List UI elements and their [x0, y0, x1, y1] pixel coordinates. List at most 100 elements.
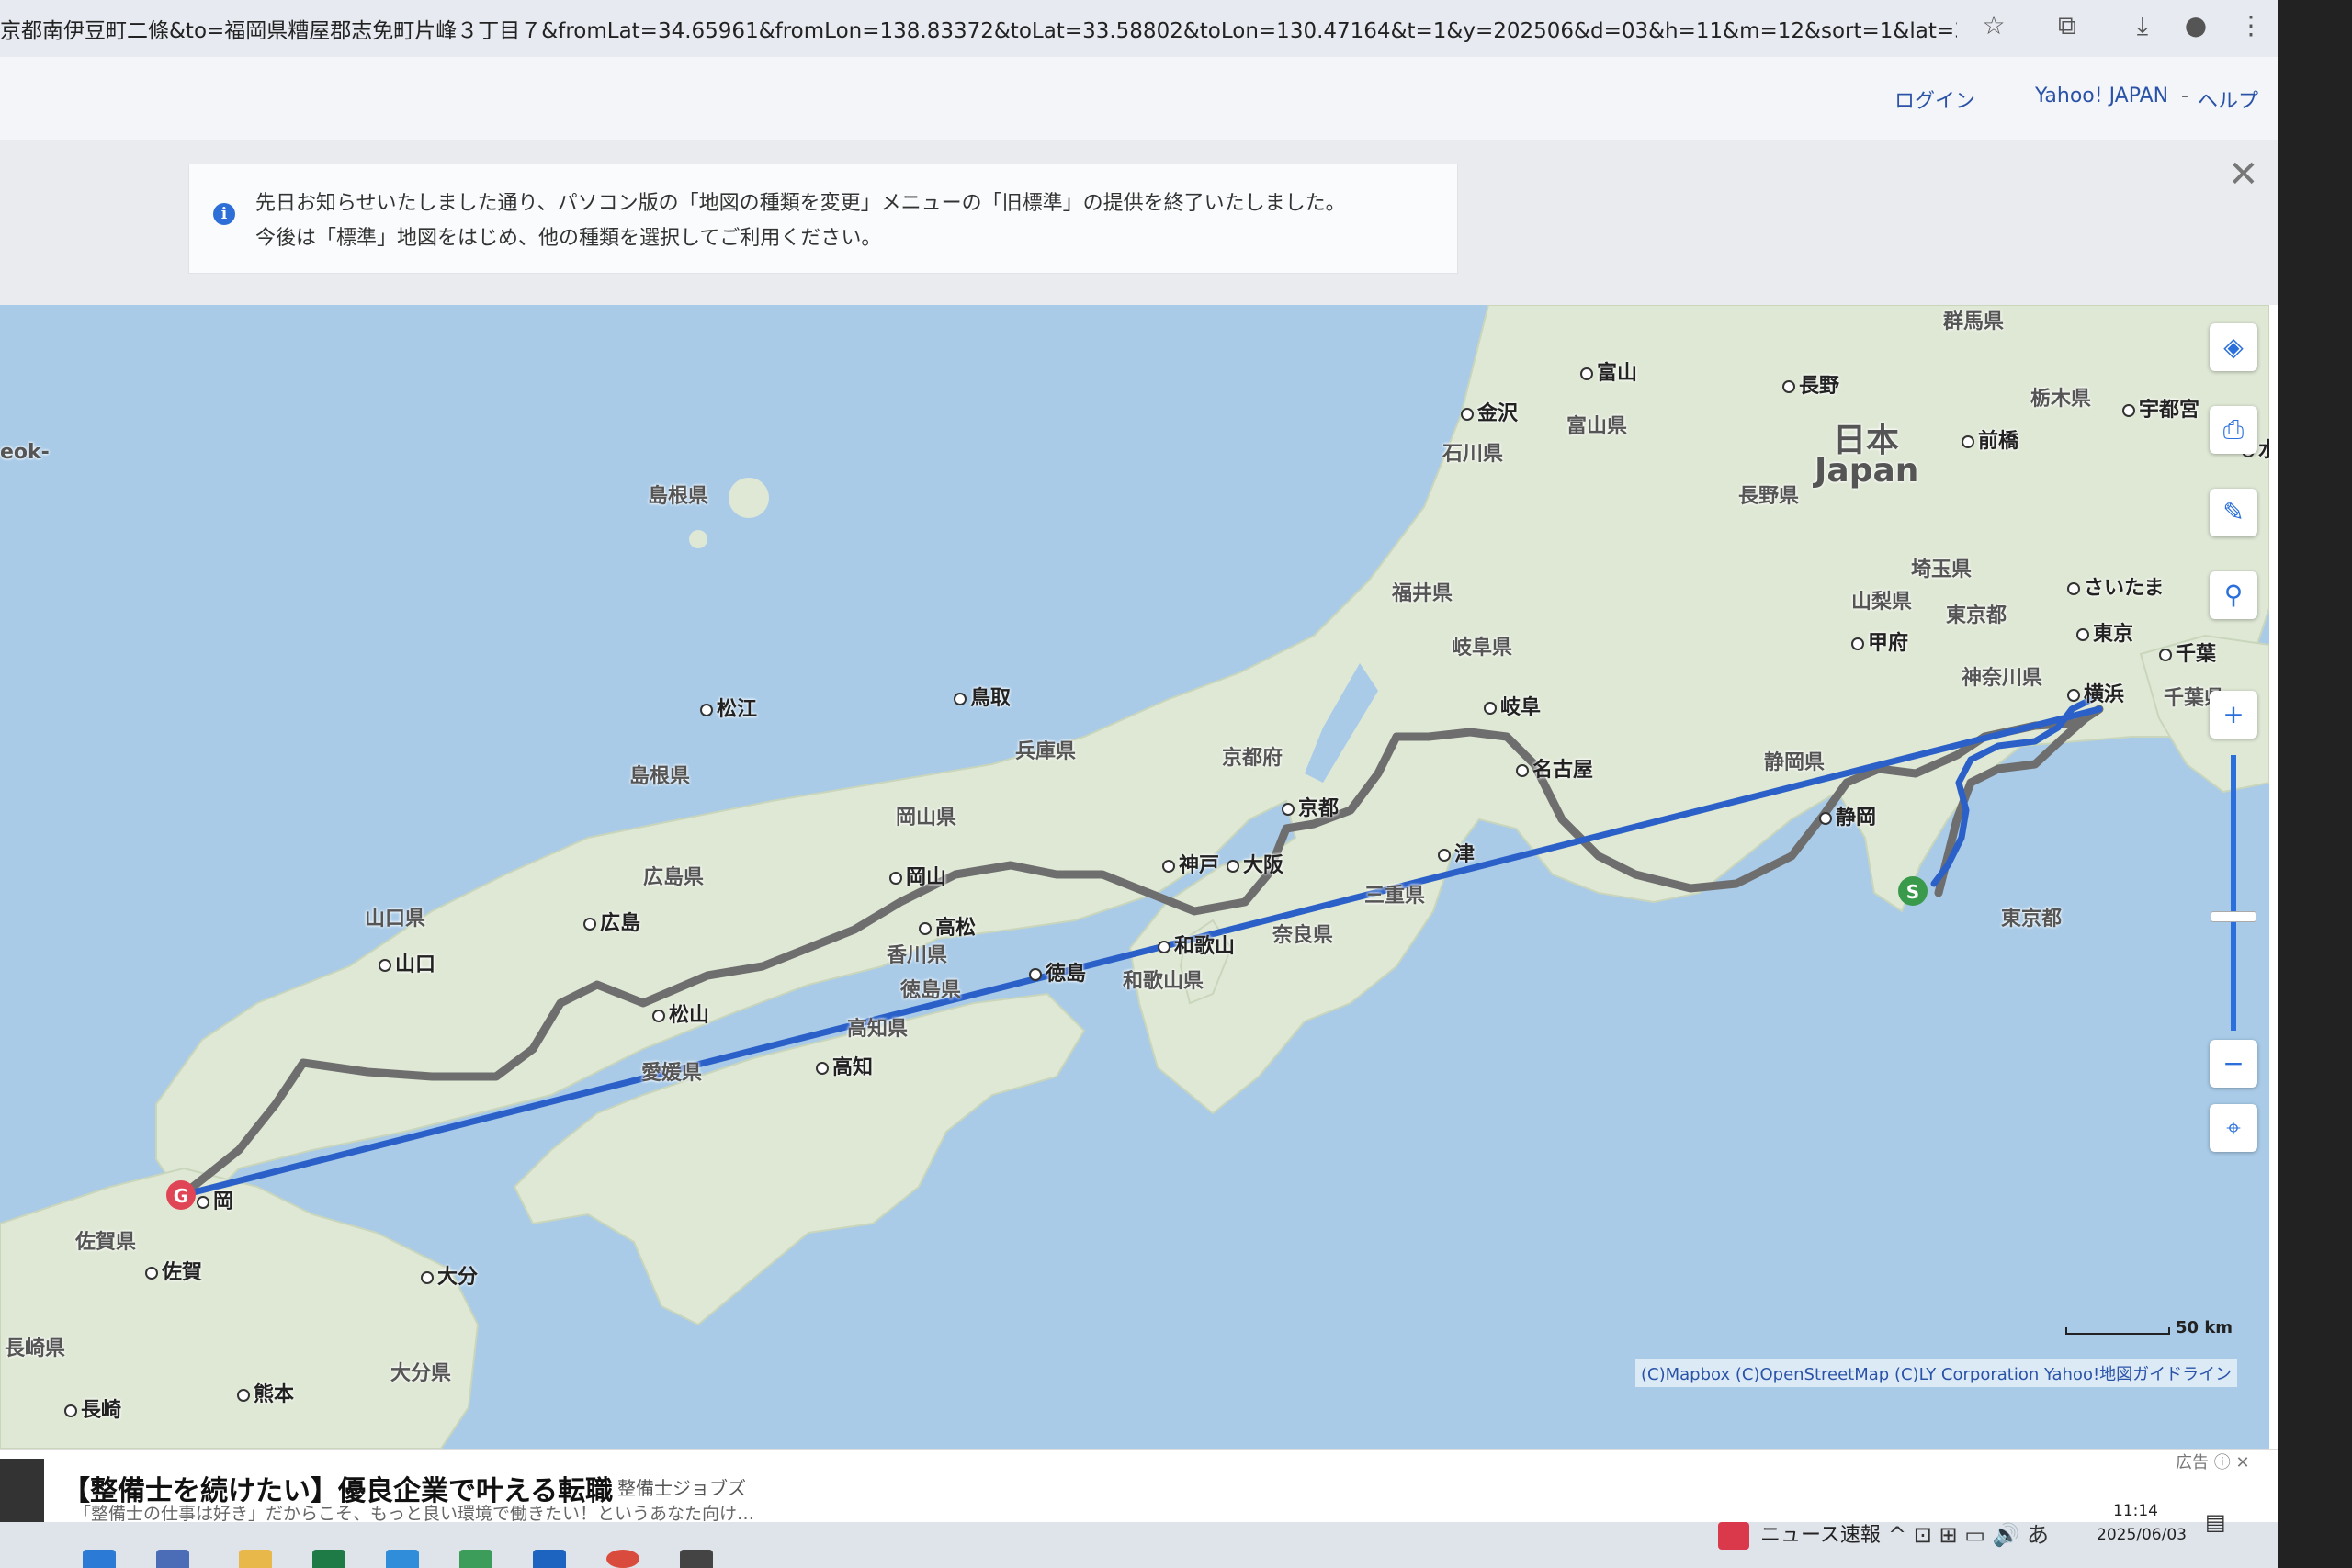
label-tokushima-pref: 徳島県	[900, 979, 962, 1002]
label-kyoto-pref: 京都府	[1222, 747, 1283, 770]
taskbar: ニュース速報 ^ ⊡ ⊞ ▭ 🔊 あ 11:14 2025/06/03 ▤	[0, 1502, 2278, 1568]
url-field[interactable]: 京都南伊豆町二條&to=福岡県糟屋郡志免町片峰３丁目７&fromLat=34.6…	[0, 13, 1957, 44]
zoom-slider-track[interactable]	[2231, 755, 2236, 1031]
label-nagasaki-pref: 長崎県	[5, 1337, 66, 1360]
start-marker[interactable]: S	[1906, 881, 1919, 903]
goal-marker[interactable]: G	[174, 1185, 188, 1207]
news-widget[interactable]: ニュース速報	[1718, 1518, 1881, 1550]
taskbar-apps	[0, 1550, 827, 1568]
extension-icon[interactable]: ⧉	[2049, 7, 2086, 44]
taskbar-app-browser[interactable]	[386, 1550, 419, 1568]
label-saga-city: 佐賀	[145, 1256, 202, 1285]
ad-sponsor: 整備士ジョブズ	[617, 1477, 746, 1499]
label-mie: 三重県	[1364, 885, 1426, 908]
label-nagano-pref: 長野県	[1738, 485, 1800, 508]
news-label: ニュース速報	[1760, 1524, 1881, 1547]
label-tokushima-city: 徳島	[1029, 957, 1086, 987]
taskbar-app-store[interactable]	[156, 1550, 189, 1568]
notification-icon[interactable]: ▤	[2205, 1509, 2226, 1535]
label-ishikawa: 石川県	[1442, 443, 1504, 466]
label-gunma: 群馬県	[1943, 310, 2005, 333]
label-tottori: 鳥取	[954, 682, 1011, 711]
label-kyoto-city: 京都	[1282, 792, 1339, 821]
taskbar-app-excel[interactable]	[312, 1550, 345, 1568]
taskbar-app-teams[interactable]	[459, 1550, 492, 1568]
label-kanazawa: 金沢	[1461, 397, 1518, 426]
ad-thumbnail[interactable]	[0, 1459, 44, 1523]
label-kanagawa: 神奈川県	[1962, 667, 2043, 690]
label-osaka: 大阪	[1227, 849, 1283, 878]
close-icon[interactable]: ✕	[2228, 156, 2259, 193]
notice-line-2: 今後は「標準」地図をはじめ、他の種類を選択してご利用ください。	[255, 227, 882, 250]
profile-icon[interactable]: ●	[2177, 7, 2214, 44]
clock-date[interactable]: 2025/06/03	[2097, 1526, 2187, 1544]
label-yokohama: 横浜	[2067, 678, 2124, 707]
map-attribution[interactable]: (C)Mapbox (C)OpenStreetMap (C)LY Corpora…	[1635, 1359, 2238, 1387]
login-link[interactable]: ログイン	[1894, 85, 1975, 114]
label-saga-pref: 佐賀県	[75, 1231, 137, 1254]
map-canvas[interactable]: S G 日本 Japan 群馬県 栃木県 宇都宮 富山 富山県 長野 金沢 石川…	[0, 305, 2269, 1449]
label-yamanashi: 山梨県	[1851, 591, 1913, 614]
zoom-out-button[interactable]: −	[2210, 1040, 2257, 1088]
label-matsuyama: 松山	[652, 998, 709, 1028]
address-bar: 京都南伊豆町二條&to=福岡県糟屋郡志免町片峰３丁目７&fromLat=34.6…	[0, 0, 2278, 57]
label-kochi-pref: 高知県	[847, 1018, 909, 1041]
menu-icon[interactable]: ⋮	[2233, 7, 2269, 44]
help-link[interactable]: ヘルプ	[2198, 85, 2258, 114]
label-nara: 奈良県	[1272, 924, 1334, 947]
info-icon: i	[213, 203, 235, 225]
label-okayama-pref: 岡山県	[896, 807, 957, 829]
header-separator: -	[2181, 85, 2188, 107]
label-kumamoto: 熊本	[237, 1378, 294, 1407]
ad-description[interactable]: 「整備士の仕事は好き」だからこそ、もっと良い環境で働きたい！というあなた向け…	[74, 1500, 754, 1525]
screen: 京都南伊豆町二條&to=福岡県糟屋郡志免町片峰３丁目７&fromLat=34.6…	[0, 0, 2278, 1568]
label-shimane-sea: 島根県	[648, 485, 709, 508]
label-shizuoka-city: 静岡	[1819, 801, 1876, 830]
label-hyogo: 兵庫県	[1015, 740, 1077, 763]
taskbar-app-other[interactable]	[680, 1550, 713, 1568]
zoom-in-button[interactable]: +	[2210, 691, 2257, 739]
taskbar-app-edge[interactable]	[83, 1550, 116, 1568]
label-hiroshima-city: 広島	[583, 907, 640, 936]
ruler-icon[interactable]: ✎	[2210, 489, 2257, 536]
star-icon[interactable]: ☆	[1975, 7, 2012, 44]
label-kobe: 神戸	[1162, 849, 1219, 878]
taskbar-app-explorer[interactable]	[239, 1550, 272, 1568]
label-saitama-pref: 埼玉県	[1911, 558, 1973, 581]
layers-icon[interactable]: ◈	[2210, 323, 2257, 371]
system-tray[interactable]: ^ ⊡ ⊞ ▭ 🔊 あ	[1888, 1517, 2049, 1549]
label-tokyo-sea: 東京都	[2001, 908, 2063, 931]
ad-label[interactable]: 広告 ⓘ ✕	[2176, 1450, 2250, 1473]
label-maebashi: 前橋	[1962, 424, 2018, 454]
taskbar-app-chrome[interactable]	[606, 1550, 639, 1568]
taskbar-app-outlook[interactable]	[533, 1550, 566, 1568]
label-yamaguchi-pref: 山口県	[365, 908, 426, 931]
locate-icon[interactable]: ⌖	[2210, 1104, 2257, 1152]
ad-banner[interactable]: 【整備士を続けたい】優良企業で叶える転職 整備士ジョブズ 「整備士の仕事は好き」…	[0, 1449, 2278, 1525]
label-fukuoka-city: 岡	[197, 1185, 233, 1214]
print-icon[interactable]: ⎙	[2210, 406, 2257, 454]
site-header: ログイン Yahoo! JAPAN - ヘルプ	[0, 57, 2278, 141]
label-matsue: 松江	[700, 693, 757, 722]
scale-bar-line	[2065, 1327, 2170, 1335]
zoom-slider-handle[interactable]	[2211, 911, 2256, 922]
label-kochi-city: 高知	[816, 1051, 873, 1080]
label-kofu: 甲府	[1851, 626, 1908, 656]
label-wakayama-city: 和歌山	[1158, 930, 1235, 959]
land-oki	[729, 478, 769, 518]
label-toyama-pref: 富山県	[1566, 415, 1628, 438]
land-oki-small	[689, 530, 707, 548]
label-wakayama-pref: 和歌山県	[1123, 970, 1204, 993]
clock-time[interactable]: 11:14	[2113, 1502, 2158, 1520]
map-svg: S G	[0, 305, 2269, 1449]
download-icon[interactable]: ⤓	[2124, 7, 2161, 44]
label-japan-en: Japan	[1815, 452, 1919, 490]
label-shizuoka-pref: 静岡県	[1764, 751, 1826, 774]
yahoo-japan-link[interactable]: Yahoo! JAPAN	[2035, 85, 2168, 107]
pin-icon[interactable]: ⚲	[2210, 571, 2257, 619]
label-edge: eok-	[0, 441, 50, 464]
label-tsu: 津	[1438, 838, 1475, 867]
notice-line-1: 先日お知らせいたしました通り、パソコン版の「地図の種類を変更」メニューの「旧標準…	[255, 192, 1346, 215]
label-ehime: 愛媛県	[641, 1062, 703, 1085]
label-oita-city: 大分	[421, 1260, 478, 1290]
